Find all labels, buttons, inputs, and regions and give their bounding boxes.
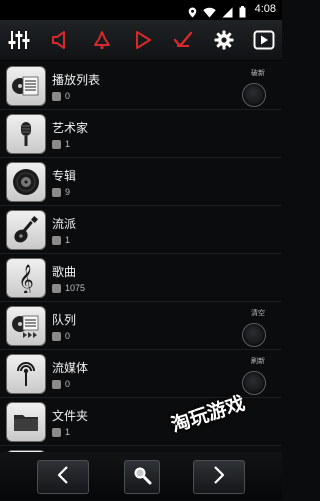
- item-count: 1075: [52, 282, 85, 294]
- refresh-label: 破新: [251, 69, 265, 77]
- play-outline-icon[interactable]: [130, 27, 156, 53]
- search-icon: [132, 465, 152, 489]
- bell-icon[interactable]: [89, 27, 115, 53]
- refresh-button[interactable]: [242, 83, 266, 107]
- item-count-value: 1: [65, 427, 71, 437]
- item-title: 专辑: [52, 169, 77, 183]
- item-title: 播放列表: [52, 73, 101, 87]
- item-count: 0: [52, 378, 70, 390]
- chevron-left-icon: [56, 465, 70, 489]
- item-count-value: 1: [65, 235, 71, 245]
- count-icon: [52, 91, 61, 101]
- count-icon: [52, 379, 61, 389]
- count-icon: [52, 283, 61, 293]
- count-icon: [52, 235, 61, 245]
- toolbar: [0, 20, 282, 61]
- item-count: 9: [52, 186, 70, 198]
- list-item-streaming[interactable]: 流媒体 0 刷新: [0, 350, 282, 398]
- list-item-album[interactable]: 专辑 9: [0, 158, 282, 206]
- folder-icon: [6, 402, 46, 442]
- item-count: 0: [52, 330, 70, 342]
- gear-icon[interactable]: [211, 27, 237, 53]
- item-count-value: 1: [65, 139, 71, 149]
- item-count: 1: [52, 426, 70, 438]
- count-icon: [52, 139, 61, 149]
- item-title: 艺术家: [52, 121, 89, 135]
- item-title: 流派: [52, 217, 77, 231]
- speaker-icon[interactable]: [48, 27, 74, 53]
- list-item-artist[interactable]: 艺术家 1: [0, 110, 282, 158]
- microphone-icon: [6, 114, 46, 154]
- item-count-value: 9: [65, 187, 71, 197]
- list-item-playlist[interactable]: 播放列表 0 破新: [0, 62, 282, 110]
- item-count: 1: [52, 138, 70, 150]
- item-count-value: 1075: [65, 283, 86, 293]
- list-item-genre[interactable]: 流派 1: [0, 206, 282, 254]
- item-title: 歌曲: [52, 265, 77, 279]
- treble-clef-icon: 𝄞: [6, 258, 46, 298]
- previous-button[interactable]: [37, 460, 89, 494]
- check-icon[interactable]: [170, 27, 196, 53]
- count-icon: [52, 187, 61, 197]
- play-box-icon[interactable]: [251, 27, 277, 53]
- stream-icon: [6, 354, 46, 394]
- item-count-value: 0: [65, 91, 71, 101]
- item-title: 文件夹: [52, 409, 89, 423]
- status-bar: 4:08: [0, 0, 282, 20]
- list-item-queue[interactable]: 队列 0 清空: [0, 302, 282, 350]
- item-count: 0: [52, 90, 70, 102]
- refresh-label: 刷新: [251, 357, 265, 365]
- count-icon: [52, 331, 61, 341]
- equalizer-icon[interactable]: [6, 27, 32, 53]
- item-count: 1: [52, 234, 70, 246]
- status-time: 4:08: [254, 3, 276, 15]
- search-button[interactable]: [124, 460, 160, 494]
- playlist-icon: [6, 66, 46, 106]
- clear-label: 清空: [251, 309, 265, 317]
- list-item-songs[interactable]: 𝄞 歌曲 1075: [0, 254, 282, 302]
- clear-button[interactable]: [242, 323, 266, 347]
- item-count-value: 0: [65, 379, 71, 389]
- guitar-icon: [6, 210, 46, 250]
- item-count-value: 0: [65, 331, 71, 341]
- record-icon: [6, 162, 46, 202]
- count-icon: [52, 427, 61, 437]
- svg-text:𝄞: 𝄞: [18, 264, 33, 293]
- item-title: 流媒体: [52, 361, 89, 375]
- queue-icon: [6, 306, 46, 346]
- item-title: 队列: [52, 313, 77, 327]
